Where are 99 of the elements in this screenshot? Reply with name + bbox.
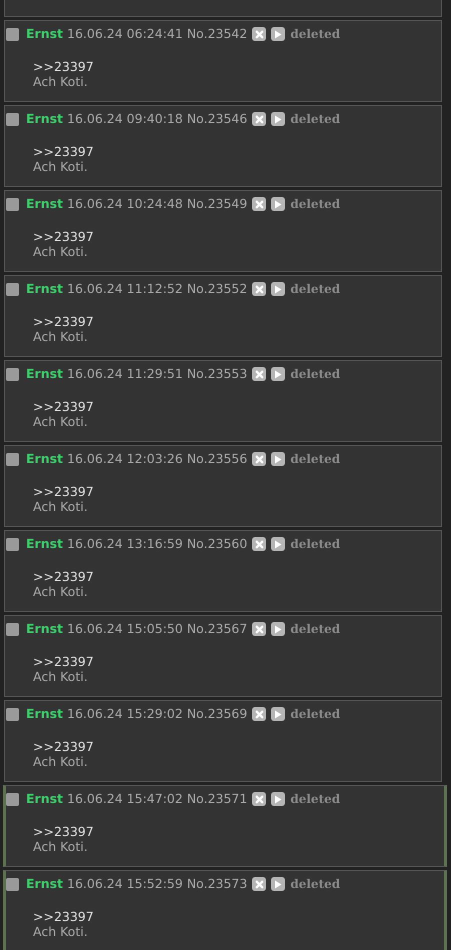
post-date: 16.06.24 15:29:02 xyxy=(67,704,183,723)
poster-name: Ernst xyxy=(26,280,64,298)
checkbox[interactable] xyxy=(6,452,19,466)
play-icon[interactable] xyxy=(271,622,286,636)
post-text: Ach Koti. xyxy=(33,159,88,174)
status-label: deleted xyxy=(290,876,340,893)
post-text: Ach Koti. xyxy=(33,329,88,344)
status-label: deleted xyxy=(290,536,340,553)
post-date: 16.06.24 10:24:48 xyxy=(67,194,183,213)
poster-name: Ernst xyxy=(26,704,64,723)
reply-link[interactable]: >>23397 xyxy=(33,314,94,329)
poster-name: Ernst xyxy=(26,24,64,43)
reply-link[interactable]: >>23397 xyxy=(33,484,94,499)
status-label: deleted xyxy=(290,281,340,298)
post-number-link[interactable]: No.23542 xyxy=(186,24,248,44)
post-number-link[interactable]: No.23553 xyxy=(186,364,248,384)
close-icon[interactable] xyxy=(252,622,266,636)
post-text: Ach Koti. xyxy=(33,754,88,769)
reply-link[interactable]: >>23397 xyxy=(33,569,94,584)
poster-name: Ernst xyxy=(26,534,64,553)
checkbox[interactable] xyxy=(6,198,19,210)
reply-link[interactable]: >>23397 xyxy=(33,399,94,414)
post-text: Ach Koti. xyxy=(33,244,88,259)
checkbox[interactable] xyxy=(6,368,19,380)
post-text: Ach Koti. xyxy=(33,839,88,854)
play-icon[interactable] xyxy=(271,877,286,891)
close-icon[interactable] xyxy=(252,707,266,721)
close-icon[interactable] xyxy=(252,537,266,551)
post-date: 16.06.24 12:03:26 xyxy=(67,450,183,468)
post-number-link[interactable]: No.23556 xyxy=(186,450,248,468)
play-icon[interactable] xyxy=(271,537,286,551)
post-number-link[interactable]: No.23546 xyxy=(186,110,248,128)
play-icon[interactable] xyxy=(271,197,286,211)
reply-link[interactable]: >>23397 xyxy=(33,909,94,924)
post-text: Ach Koti. xyxy=(33,584,88,599)
close-icon[interactable] xyxy=(252,367,266,381)
poster-name: Ernst xyxy=(26,620,64,638)
play-icon[interactable] xyxy=(271,282,286,296)
checkbox[interactable] xyxy=(6,792,19,806)
poster-name: Ernst xyxy=(26,364,64,383)
poster-name: Ernst xyxy=(26,790,64,808)
close-icon[interactable] xyxy=(252,877,266,891)
reply-link[interactable]: >>23397 xyxy=(33,229,94,244)
poster-name: Ernst xyxy=(26,110,64,128)
checkbox[interactable] xyxy=(6,878,19,890)
status-label: deleted xyxy=(290,791,340,808)
play-icon[interactable] xyxy=(271,707,286,721)
close-icon[interactable] xyxy=(252,792,266,806)
post-date: 16.06.24 06:24:41 xyxy=(67,24,183,43)
post-number-link[interactable]: No.23549 xyxy=(186,194,248,214)
status-label: deleted xyxy=(290,366,340,383)
post-date: 16.06.24 15:05:50 xyxy=(67,620,183,638)
post-date: 16.06.24 09:40:18 xyxy=(67,110,183,128)
post-date: 16.06.24 11:29:51 xyxy=(67,364,183,383)
status-label: deleted xyxy=(290,706,340,723)
checkbox[interactable] xyxy=(6,708,19,720)
post-number-link[interactable]: No.23573 xyxy=(186,874,248,894)
checkbox[interactable] xyxy=(6,28,19,40)
poster-name: Ernst xyxy=(26,194,64,213)
reply-link[interactable]: >>23397 xyxy=(33,824,94,839)
status-label: deleted xyxy=(290,26,340,43)
status-label: deleted xyxy=(290,111,340,128)
post-text: Ach Koti. xyxy=(33,499,88,514)
close-icon[interactable] xyxy=(252,27,266,41)
post-date: 16.06.24 11:12:52 xyxy=(67,280,183,298)
status-label: deleted xyxy=(290,196,340,213)
reply-link[interactable]: >>23397 xyxy=(33,144,94,159)
close-icon[interactable] xyxy=(252,452,266,466)
reply-link[interactable]: >>23397 xyxy=(33,59,94,74)
post-text: Ach Koti. xyxy=(33,924,88,939)
post-date: 16.06.24 13:16:59 xyxy=(67,534,183,553)
post-number-link[interactable]: No.23569 xyxy=(186,704,248,724)
poster-name: Ernst xyxy=(26,874,64,893)
reply-link[interactable]: >>23397 xyxy=(33,739,94,754)
checkbox[interactable] xyxy=(6,112,19,126)
play-icon[interactable] xyxy=(271,27,286,41)
reply-link[interactable]: >>23397 xyxy=(33,654,94,669)
play-icon[interactable] xyxy=(271,367,286,381)
poster-name: Ernst xyxy=(26,450,64,468)
post-text: Ach Koti. xyxy=(33,74,88,89)
post-number-link[interactable]: No.23552 xyxy=(186,280,248,298)
play-icon[interactable] xyxy=(271,112,286,126)
checkbox[interactable] xyxy=(6,622,19,636)
checkbox[interactable] xyxy=(6,538,19,550)
checkbox[interactable] xyxy=(6,282,19,296)
play-icon[interactable] xyxy=(271,792,286,806)
post-date: 16.06.24 15:52:59 xyxy=(67,874,183,893)
post-text: Ach Koti. xyxy=(33,669,88,684)
post-date: 16.06.24 15:47:02 xyxy=(67,790,183,808)
status-label: deleted xyxy=(290,621,340,638)
close-icon[interactable] xyxy=(252,282,266,296)
close-icon[interactable] xyxy=(252,112,266,126)
post-number-link[interactable]: No.23567 xyxy=(186,620,248,638)
status-label: deleted xyxy=(290,451,340,468)
post-number-link[interactable]: No.23571 xyxy=(186,790,248,808)
close-icon[interactable] xyxy=(252,197,266,211)
post-text: Ach Koti. xyxy=(33,414,88,429)
play-icon[interactable] xyxy=(271,452,286,466)
post-number-link[interactable]: No.23560 xyxy=(186,534,248,554)
